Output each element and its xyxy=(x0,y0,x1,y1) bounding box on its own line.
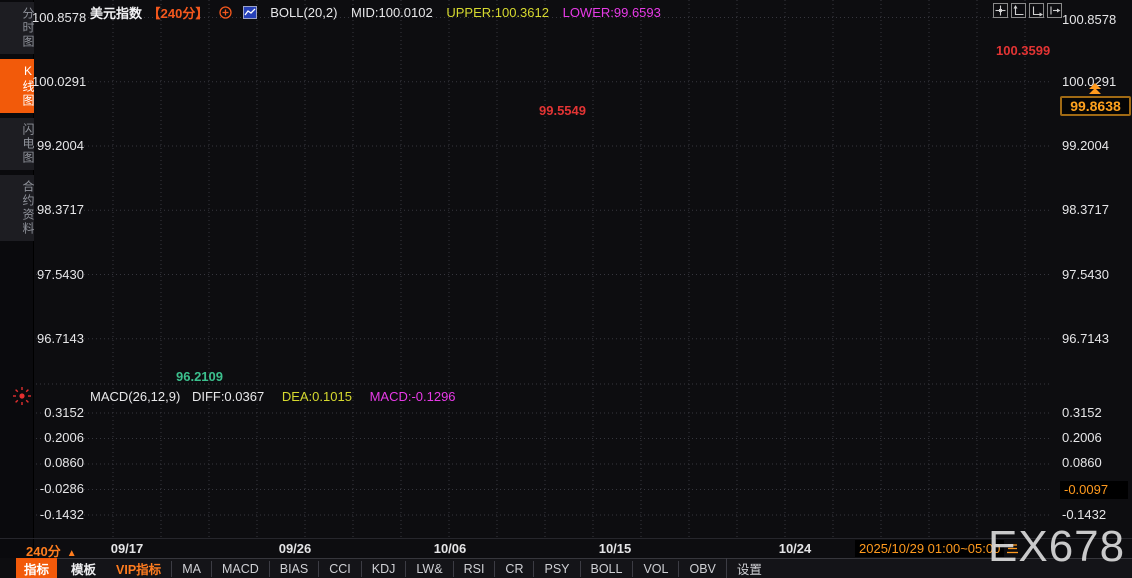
price-axis-label: 97.5430 xyxy=(37,267,84,282)
sidebar-tab-kline-chart[interactable]: K线图 xyxy=(0,59,35,113)
toolbar-item-lw[interactable]: LW& xyxy=(405,560,452,577)
toolbar-item-boll[interactable]: BOLL xyxy=(579,560,633,577)
toolbar-item-vol[interactable]: VOL xyxy=(632,560,678,577)
boll-upper-value: UPPER:100.3612 xyxy=(446,5,549,20)
chart-type-icon[interactable] xyxy=(242,6,257,19)
sidebar-tab-contract-info[interactable]: 合约资料 xyxy=(0,175,35,241)
sidebar: 分时图 K线图 闪电图 合约资料 xyxy=(0,0,35,558)
price-axis-label: 99.2004 xyxy=(1062,138,1109,153)
toolbar-item-cci[interactable]: CCI xyxy=(318,560,361,577)
toolbar-item-bias[interactable]: BIAS xyxy=(268,560,319,577)
toolbar-item-cr[interactable]: CR xyxy=(494,560,533,577)
toolbar-item-kdj[interactable]: KDJ xyxy=(360,560,406,577)
arrow-up-double-icon xyxy=(1089,83,1101,94)
date-tick: 09/17 xyxy=(110,541,144,556)
toolbar-item-template[interactable]: 模板 xyxy=(61,558,106,578)
boll-indicator-label: BOLL(20,2) xyxy=(270,5,338,20)
toolbar-item-macd[interactable]: MACD xyxy=(210,560,269,577)
axis-separator xyxy=(0,538,1132,539)
price-axis-label: 100.0291 xyxy=(32,74,87,89)
macd-axis-label: -0.0286 xyxy=(39,481,84,496)
indicator-toolbar: 指标 模板 VIP指标 MA MACD BIAS CCI KDJ LW& RSI… xyxy=(16,558,1132,578)
price-axis-label: 100.8578 xyxy=(32,10,87,25)
date-tick: 10/06 xyxy=(433,541,467,556)
toolbar-item-obv[interactable]: OBV xyxy=(678,560,725,577)
date-tick: 10/15 xyxy=(598,541,632,556)
macd-hist-value: MACD:-0.1296 xyxy=(369,389,456,404)
period-low-annotation: 96.2109 xyxy=(176,369,223,384)
toolbar-item-indicator[interactable]: 指标 xyxy=(16,558,58,578)
macd-axis-label: 0.2006 xyxy=(44,430,84,445)
price-axis-label: 96.7143 xyxy=(37,331,84,346)
toolbar-item-rsi[interactable]: RSI xyxy=(452,560,495,577)
toolbar-item-psy[interactable]: PSY xyxy=(533,560,579,577)
macd-header: MACD(26,12,9) DIFF:0.0367 DEA:0.1015 MAC… xyxy=(90,389,456,404)
price-axis-label: 99.2004 xyxy=(37,138,84,153)
date-tick: 09/26 xyxy=(278,541,312,556)
sidebar-tab-flash-chart[interactable]: 闪电图 xyxy=(0,118,35,170)
symbol-name: 美元指数 xyxy=(90,6,143,21)
price-axis-label: 98.3717 xyxy=(1062,202,1109,217)
calendar-icon[interactable] xyxy=(1006,542,1019,555)
macd-axis-label: 0.3152 xyxy=(44,405,84,420)
macd-indicator-label: MACD(26,12,9) xyxy=(90,389,181,404)
boll-lower-value: LOWER:99.6593 xyxy=(562,5,661,20)
price-axis-label: 97.5430 xyxy=(1062,267,1109,282)
price-axis-label: 98.3717 xyxy=(37,202,84,217)
period-high-annotation: 100.3599 xyxy=(996,43,1051,58)
macd-axis-label: -0.1432 xyxy=(1062,507,1107,522)
trading-terminal: 分时图 K线图 闪电图 合约资料 美元指数 【240分】 BOLL(20,2) xyxy=(0,0,1132,578)
candlestick-chart[interactable] xyxy=(0,0,1132,578)
current-bar-timestamp: 2025/10/29 01:00~05:00 xyxy=(855,540,1005,557)
price-axis-label: 100.8578 xyxy=(1062,12,1117,27)
macd-axis-label: 0.0860 xyxy=(1062,455,1102,470)
chart-header: 美元指数 【240分】 BOLL(20,2) MID:100.0102 UPPE… xyxy=(90,3,661,22)
boll-mid-value: MID:100.0102 xyxy=(351,5,433,20)
current-price-tag: 99.8638 xyxy=(1060,96,1131,116)
sidebar-tab-time-chart[interactable]: 分时图 xyxy=(0,2,35,54)
pan-right-icon[interactable] xyxy=(1047,3,1062,18)
swing-high-annotation: 99.5549 xyxy=(539,103,586,118)
toolbar-item-ma[interactable]: MA xyxy=(171,560,211,577)
crosshair-tool-icon[interactable] xyxy=(993,3,1008,18)
x-axis-zoom-icon[interactable] xyxy=(1029,3,1044,18)
circle-plus-icon[interactable] xyxy=(219,6,232,19)
price-axis-label: 96.7143 xyxy=(1062,331,1109,346)
sun-marker-icon[interactable] xyxy=(12,386,32,406)
toolbar-item-vip[interactable]: VIP指标 xyxy=(106,558,171,578)
toolbar-item-settings[interactable]: 设置 xyxy=(725,558,772,578)
period-label[interactable]: 【240分】 xyxy=(148,6,209,21)
macd-diff-value: DIFF:0.0367 xyxy=(191,389,265,404)
macd-current-value-tag: -0.0097 xyxy=(1060,481,1128,499)
date-tick: 10/24 xyxy=(778,541,812,556)
chart-tool-buttons xyxy=(993,3,1062,18)
macd-axis-label: 0.0860 xyxy=(44,455,84,470)
macd-dea-value: DEA:0.1015 xyxy=(281,389,352,404)
y-axis-zoom-icon[interactable] xyxy=(1011,3,1026,18)
macd-axis-label: 0.2006 xyxy=(1062,430,1102,445)
macd-axis-label: 0.3152 xyxy=(1062,405,1102,420)
macd-axis-label: -0.1432 xyxy=(39,507,84,522)
